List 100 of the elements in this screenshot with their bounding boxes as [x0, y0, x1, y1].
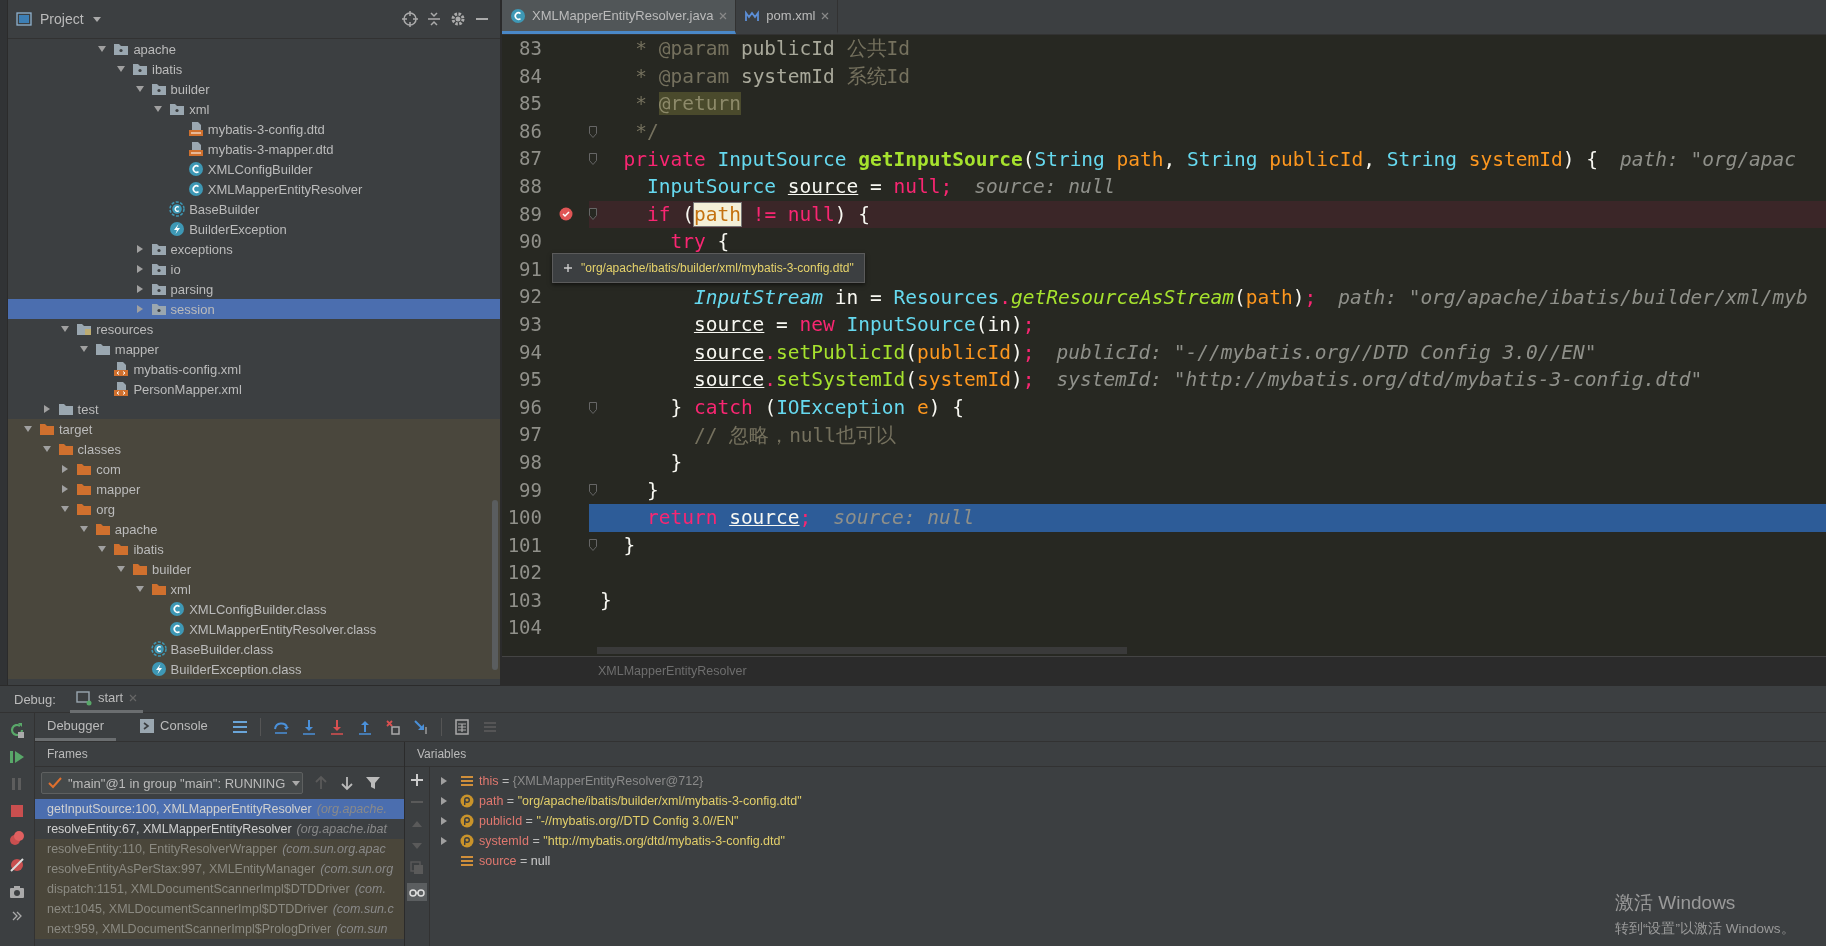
stack-frame[interactable]: resolveEntity:67, XMLMapperEntityResolver (org.apache.ibat [35, 819, 404, 839]
close-icon[interactable] [129, 693, 138, 702]
expanded-arrow-icon[interactable] [60, 324, 71, 334]
variable-entry[interactable]: this = {XMLMapperEntityResolver@712} [479, 774, 704, 788]
variable-entry[interactable]: path = "org/apache/ibatis/builder/xml/mybatis-3-config.dtd" [479, 794, 802, 808]
caret-icon[interactable] [291, 778, 302, 788]
tree-item[interactable]: XMLMapperEntityResolver.class [8, 619, 500, 639]
tree-item[interactable]: classes [8, 439, 500, 459]
plus-icon[interactable] [410, 773, 424, 787]
variable-entry[interactable]: source = null [479, 854, 551, 868]
tree-item[interactable]: builder [8, 79, 500, 99]
fold-marker-icon[interactable] [589, 484, 597, 497]
collapsed-arrow-icon[interactable] [41, 404, 52, 414]
tree-item[interactable]: mapper [8, 479, 500, 499]
session-tab[interactable]: start [69, 685, 144, 713]
project-view-title[interactable]: Project [40, 11, 84, 27]
filter-icon[interactable] [365, 775, 381, 791]
step-out-icon[interactable] [356, 719, 373, 735]
expanded-arrow-icon[interactable] [134, 84, 145, 94]
collapsed-arrow-icon[interactable] [439, 816, 449, 826]
fold-marker-icon[interactable] [589, 153, 597, 166]
run-to-cursor-icon[interactable] [412, 719, 429, 735]
tree-item[interactable]: PersonMapper.xml [8, 379, 500, 399]
collapse-all-icon[interactable] [426, 11, 442, 27]
expanded-arrow-icon[interactable] [97, 44, 108, 54]
tree-item[interactable]: BuilderException [8, 219, 500, 239]
expanded-arrow-icon[interactable] [60, 504, 71, 514]
drop-frame-icon[interactable] [384, 719, 401, 735]
rerun-icon[interactable] [8, 721, 26, 739]
settings-icon[interactable] [450, 11, 466, 27]
tree-item[interactable]: parsing [8, 279, 500, 299]
breakpoints-icon[interactable] [8, 829, 26, 847]
collapsed-arrow-icon[interactable] [134, 304, 145, 314]
breadcrumb-item[interactable]: XMLMapperEntityResolver [598, 664, 747, 678]
close-icon[interactable] [719, 11, 728, 20]
variable-entry[interactable]: publicId = "-//mybatis.org//DTD Config 3.0//EN" [479, 814, 739, 828]
expanded-arrow-icon[interactable] [153, 104, 164, 114]
expanded-arrow-icon[interactable] [41, 444, 52, 454]
expanded-arrow-icon[interactable] [97, 544, 108, 554]
fold-marker-icon[interactable] [589, 401, 597, 414]
tree-item[interactable]: exceptions [8, 239, 500, 259]
expanded-arrow-icon[interactable] [78, 524, 89, 534]
expanded-arrow-icon[interactable] [78, 344, 89, 354]
stack-frame[interactable]: next:959, XMLDocumentScannerImpl$PrologDriver (com.sun [35, 919, 404, 939]
crosshair-icon[interactable] [402, 11, 418, 27]
calculator-icon[interactable] [453, 719, 470, 735]
tree-item[interactable]: org [8, 499, 500, 519]
editor-tab[interactable]: pom.xml [736, 0, 839, 34]
expanded-arrow-icon[interactable] [116, 564, 126, 574]
menu-icon[interactable] [231, 719, 248, 735]
expanded-arrow-icon[interactable] [116, 64, 126, 74]
tree-item[interactable]: XMLConfigBuilder.class [8, 599, 500, 619]
tree-item[interactable]: builder [8, 559, 500, 579]
tree-item[interactable]: target [8, 419, 500, 439]
tree-item[interactable]: mybatis-config.xml [8, 359, 500, 379]
fold-marker-icon[interactable] [589, 208, 597, 221]
tree-item[interactable]: ibatis [8, 59, 500, 79]
stack-frame[interactable]: resolveEntityAsPerStax:997, XMLEntityManager (com.sun.org [35, 859, 404, 879]
tree-item[interactable]: apache [8, 39, 500, 59]
tree-item[interactable]: xml [8, 579, 500, 599]
tree-item[interactable]: test [8, 399, 500, 419]
tree-item[interactable]: BaseBuilder.class [8, 639, 500, 659]
glasses-icon[interactable] [407, 883, 427, 901]
tree-item[interactable]: com [8, 459, 500, 479]
scrollbar-thumb[interactable] [597, 647, 1127, 654]
expanded-arrow-icon[interactable] [23, 424, 33, 434]
stack-frame[interactable]: getInputSource:100, XMLMapperEntityResolver (org.apache. [35, 799, 404, 819]
tree-item[interactable]: ibatis [8, 539, 500, 559]
close-icon[interactable] [821, 11, 830, 20]
collapsed-arrow-icon[interactable] [439, 776, 449, 786]
tree-item[interactable]: XMLMapperEntityResolver [8, 179, 500, 199]
mute-breakpoints-icon[interactable] [8, 856, 26, 874]
force-step-into-icon[interactable] [328, 719, 345, 735]
tree-item[interactable]: apache [8, 519, 500, 539]
editor-tab[interactable]: XMLMapperEntityResolver.java [502, 0, 737, 34]
step-over-icon[interactable] [272, 719, 289, 735]
tree-item[interactable]: mybatis-3-mapper.dtd [8, 139, 500, 159]
tree-item[interactable]: mapper [8, 339, 500, 359]
stop-icon[interactable] [8, 802, 26, 820]
caret-icon[interactable] [91, 14, 102, 24]
tree-item[interactable]: xml [8, 99, 500, 119]
tree-item[interactable]: io [8, 259, 500, 279]
more-chevron-icon[interactable] [11, 910, 23, 922]
variable-entry[interactable]: systemId = "http://mybatis.org/dtd/mybatis-3-config.dtd" [479, 834, 785, 848]
collapsed-arrow-icon[interactable] [439, 796, 449, 806]
stack-frame[interactable]: resolveEntity:110, EntityResolverWrapper (com.sun.org.apac [35, 839, 404, 859]
collapsed-arrow-icon[interactable] [134, 264, 145, 274]
plus-icon[interactable] [563, 262, 573, 273]
step-into-icon[interactable] [300, 719, 317, 735]
scrollbar-thumb[interactable] [492, 500, 498, 670]
tree-item[interactable]: XMLConfigBuilder [8, 159, 500, 179]
resume-icon[interactable] [8, 748, 26, 766]
camera-icon[interactable] [8, 883, 26, 901]
tree-item[interactable]: BaseBuilder [8, 199, 500, 219]
down-arrow-icon[interactable] [339, 775, 355, 791]
stack-frame[interactable]: next:1045, XMLDocumentScannerImpl$DTDDriver (com.sun.c [35, 899, 404, 919]
collapsed-arrow-icon[interactable] [439, 836, 449, 846]
fold-marker-icon[interactable] [589, 539, 597, 552]
tree-item[interactable]: resources [8, 319, 500, 339]
collapsed-arrow-icon[interactable] [134, 244, 145, 254]
